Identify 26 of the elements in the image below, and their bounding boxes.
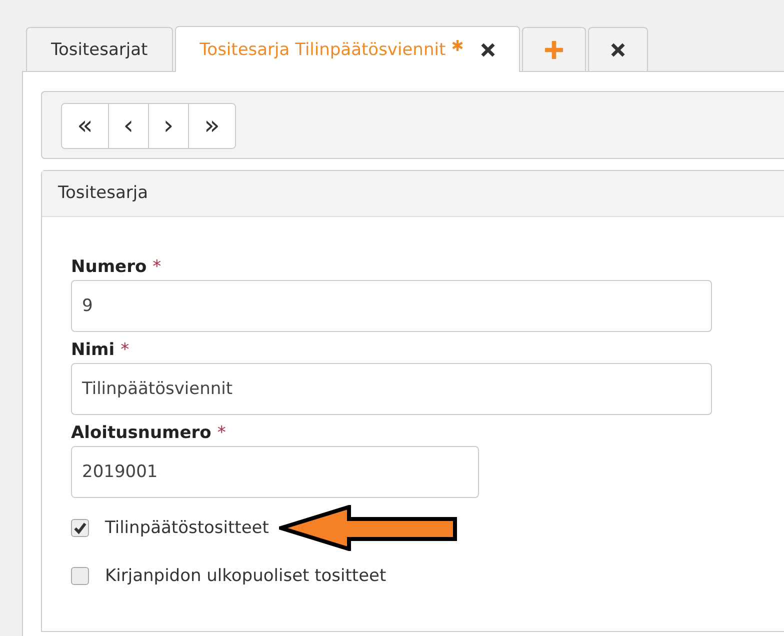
checkbox[interactable]: [71, 567, 89, 585]
tab[interactable]: Tositesarjat: [26, 27, 173, 71]
tab-label: Tositesarja Tilinpäätösviennit: [200, 40, 446, 60]
field-label: Aloitusnumero: [71, 423, 212, 443]
field-label: Nimi: [71, 340, 115, 360]
required-asterisk: *: [152, 257, 162, 277]
required-asterisk: *: [120, 340, 130, 360]
input-field[interactable]: 2019001: [71, 446, 479, 498]
pager-button[interactable]: ›: [148, 103, 189, 149]
pager-button[interactable]: »: [188, 103, 236, 149]
plus-icon: [544, 40, 563, 58]
close-tabs-button[interactable]: [588, 27, 648, 71]
required-asterisk: *: [217, 423, 226, 443]
close-icon[interactable]: [480, 42, 495, 56]
tab-label: Tositesarjat: [51, 40, 148, 60]
section-header: Tositesarja: [42, 171, 784, 217]
checkbox-label: Tilinpäätöstositteet: [105, 518, 269, 538]
pager-button[interactable]: ‹: [108, 103, 149, 149]
modified-asterisk-icon: [452, 40, 463, 51]
checkbox[interactable]: [71, 519, 89, 537]
checkbox-label: Kirjanpidon ulkopuoliset tositteet: [105, 566, 386, 586]
input-field[interactable]: Tilinpäätösviennit: [71, 363, 712, 415]
field-label: Numero: [71, 257, 147, 277]
input-field[interactable]: 9: [71, 280, 712, 332]
close-icon: [610, 42, 625, 56]
pager-button[interactable]: «: [61, 103, 109, 149]
